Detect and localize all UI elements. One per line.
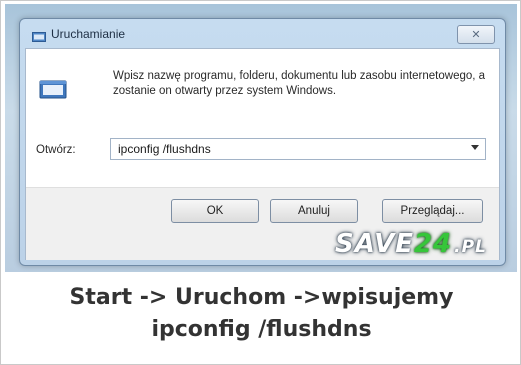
watermark-tld: .PL [454,237,487,257]
chevron-down-icon[interactable] [471,145,479,150]
close-icon: ✕ [471,29,481,41]
command-input[interactable]: ipconfig /flushdns [110,138,486,160]
caption-line-2: ipconfig /flushdns [151,317,372,342]
dialog-titlebar[interactable]: Uruchamianie ✕ [20,19,505,47]
image-caption: Start -> Uruchom ->wpisujemy ipconfig /f… [1,282,521,346]
image-card: Uruchamianie ✕ Wpisz nazwę programu, fol… [0,0,521,365]
open-label: Otwórz: [36,144,76,156]
dialog-title: Uruchamianie [51,27,126,41]
screenshot-area: Uruchamianie ✕ Wpisz nazwę programu, fol… [5,4,517,272]
run-program-icon [39,79,67,101]
dialog-description: Wpisz nazwę programu, folderu, dokumentu… [113,70,486,97]
command-input-value: ipconfig /flushdns [118,142,211,156]
browse-button[interactable]: Przeglądaj... [382,199,483,223]
close-button[interactable]: ✕ [457,25,495,44]
watermark-number: 24 [413,229,453,259]
watermark-prefix: SAVE [335,229,414,259]
run-dialog-icon [32,29,46,42]
caption-line-1: Start -> Uruchom ->wpisujemy [69,285,454,310]
watermark-logo: SAVE 24 .PL [335,229,487,259]
ok-button[interactable]: OK [171,199,259,223]
cancel-button[interactable]: Anuluj [270,199,358,223]
